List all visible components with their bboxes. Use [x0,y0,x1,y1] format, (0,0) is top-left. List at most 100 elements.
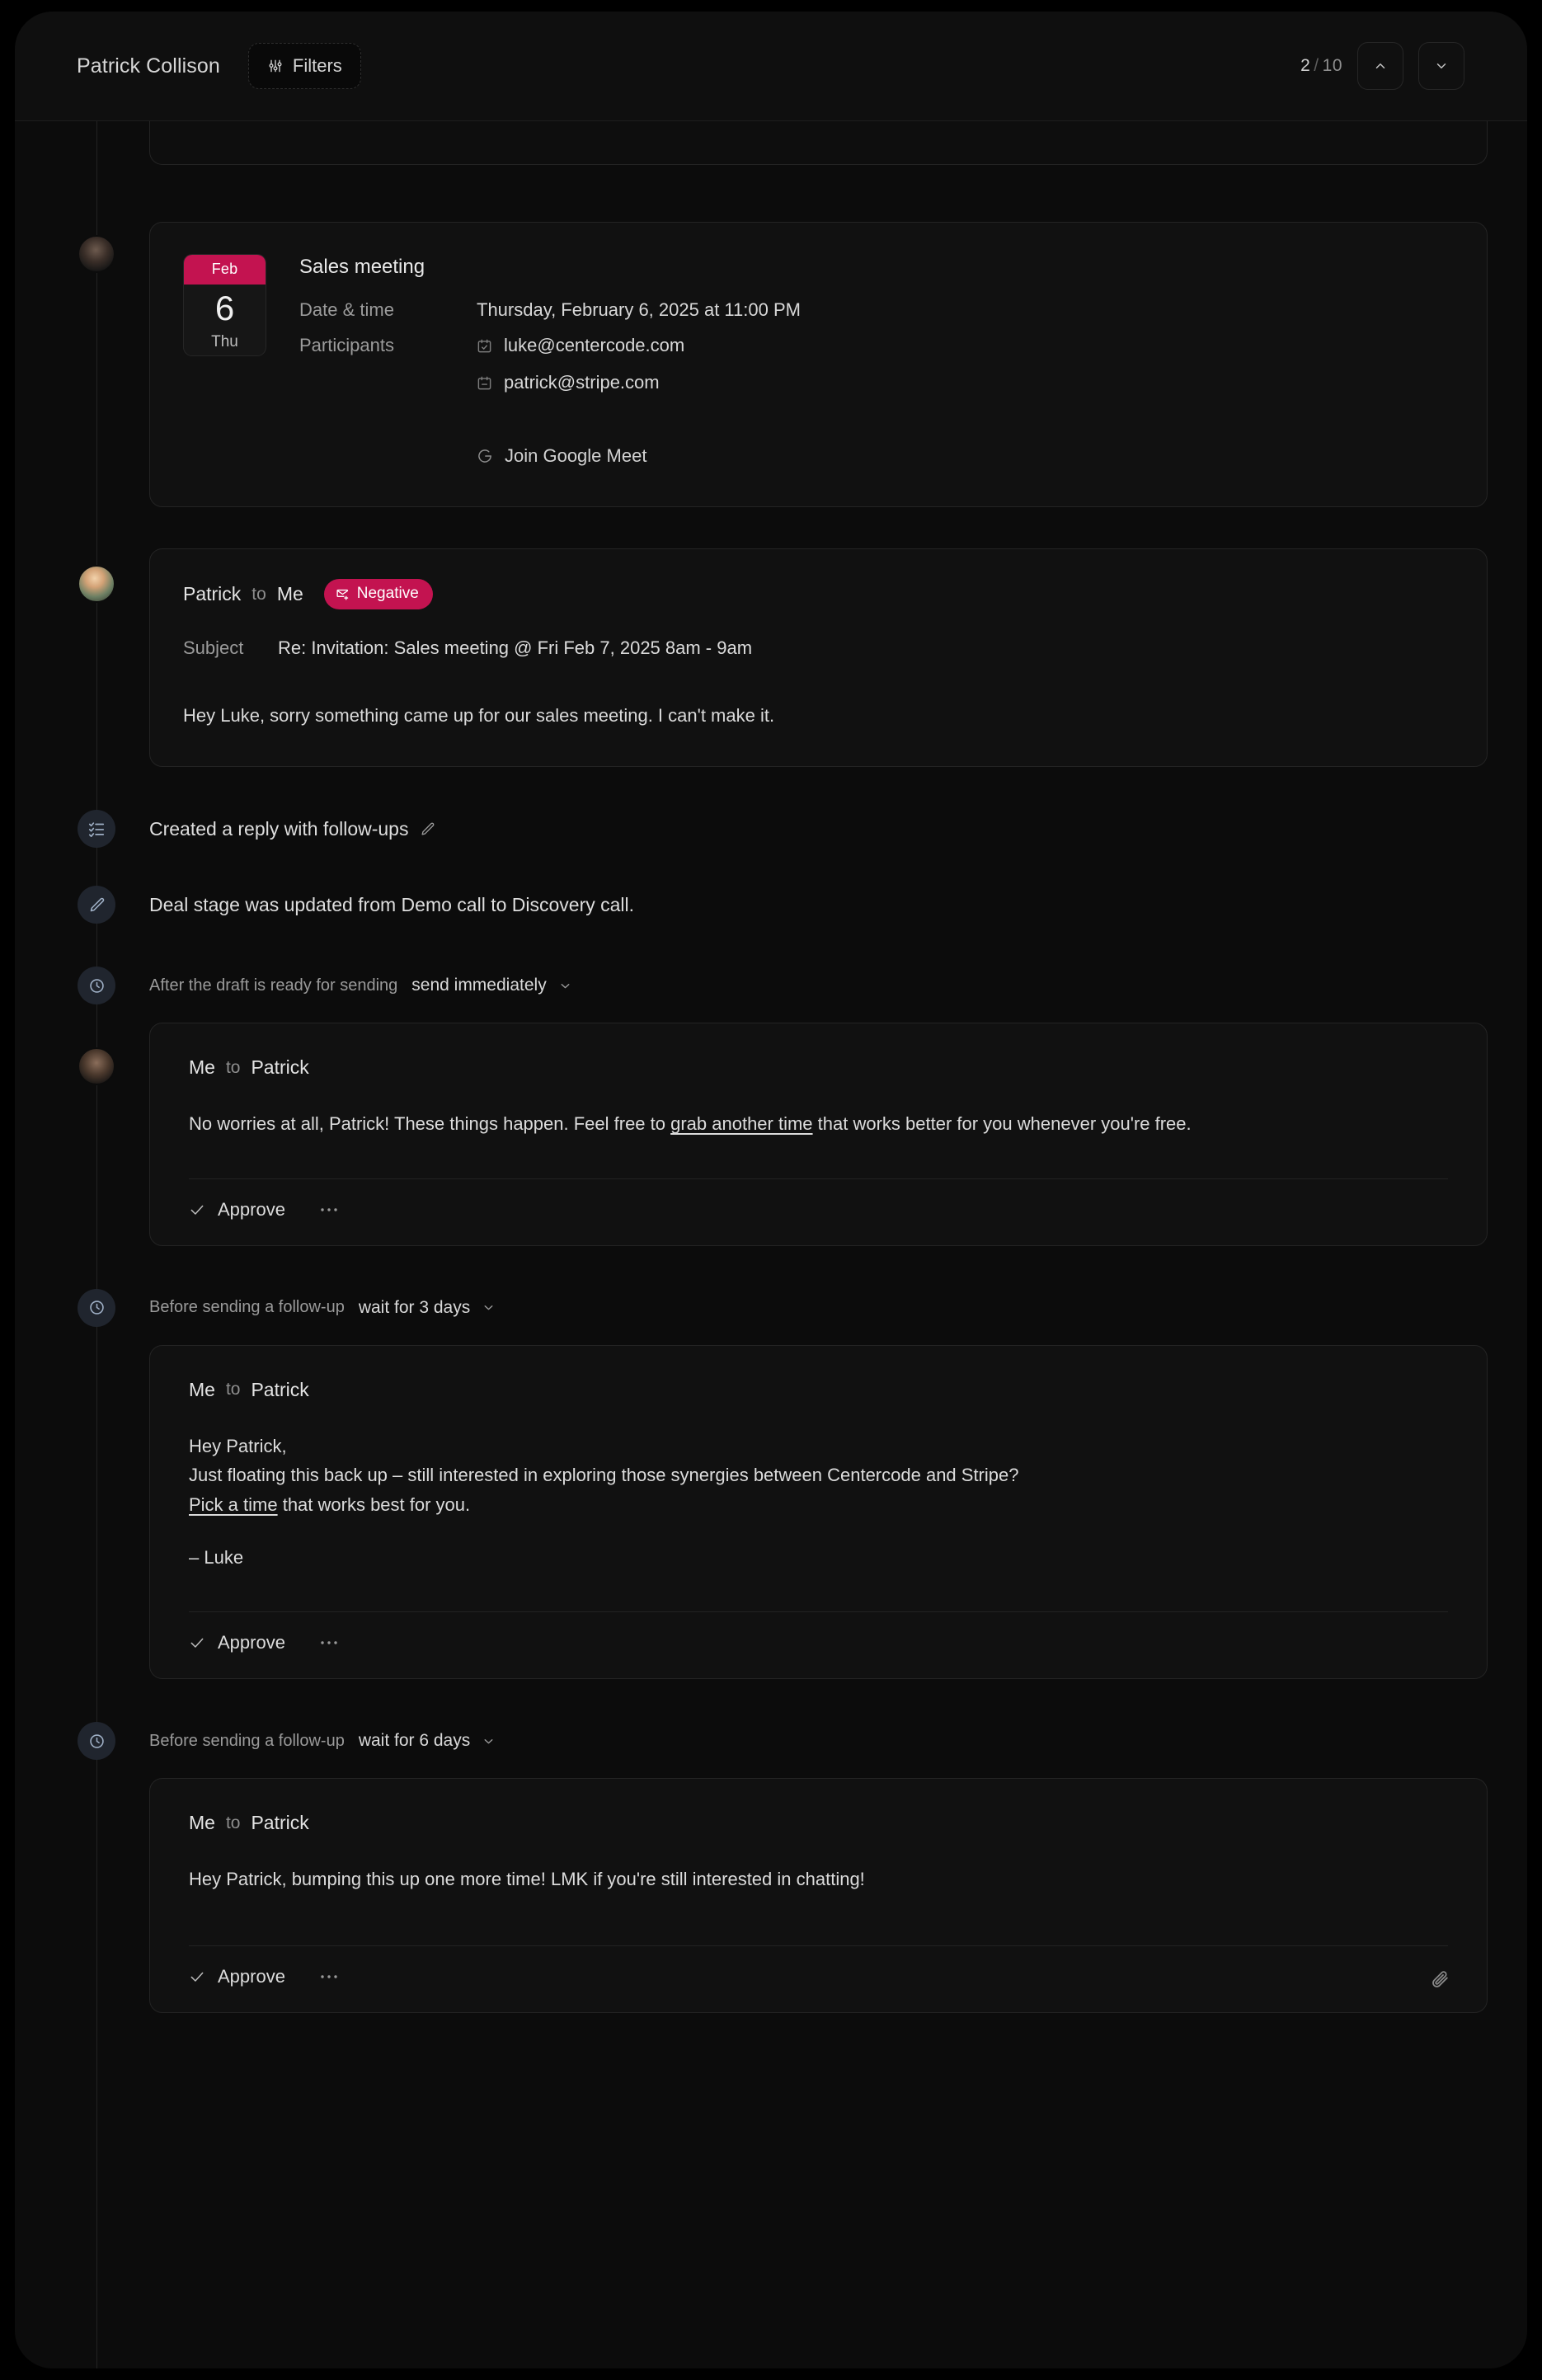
draft-body-link[interactable]: Pick a time [189,1494,278,1515]
activity-text-wrapper: Created a reply with follow-ups [149,818,435,840]
schedule-select[interactable]: wait for 3 days [359,1298,496,1318]
paperclip-icon[interactable] [1430,1968,1450,1989]
draft-card: Me to Patrick No worries at all, Patrick… [149,1023,1488,1246]
chevron-down-icon [1434,59,1449,73]
email-recipient: Me [276,583,303,604]
activity-content: Deal stage was updated from Demo call to… [149,886,634,924]
draft-actions: Approve [150,1612,1487,1678]
activity-label: Deal stage was updated from Demo call to… [149,893,635,915]
status-badge[interactable]: Negative [323,579,433,609]
more-options-button[interactable] [315,1204,343,1216]
draft-avatar-gutter [15,1345,149,1680]
email-sender: Patrick [183,583,242,604]
calendar-minus-icon [477,375,492,391]
draft-body-link[interactable]: grab another time [670,1113,812,1134]
calendar-month: Feb [184,255,266,285]
calendar-check-icon [477,338,492,354]
next-conversation-button[interactable] [1418,42,1464,90]
draft-actions: Approve [150,1946,1487,2012]
draft-row-3: Me to Patrick Hey Patrick, bumping this … [15,1778,1527,2013]
draft-body: Hey Patrick, bumping this up one more ti… [189,1869,865,1890]
draft-body-pre: No worries at all, Patrick! These things… [189,1113,671,1135]
approve-button[interactable]: Approve [189,1966,285,1987]
approve-label: Approve [218,1632,285,1653]
avatar [78,235,115,273]
meeting-participants-field: Participants luke@centercode.com patrick… [299,335,1454,393]
more-options-button[interactable] [315,1971,343,1983]
pagination-total: 10 [1322,56,1342,75]
calendar-date-badge: Feb 6 Thu [183,254,266,356]
schedule-icon-gutter [15,1722,149,1761]
schedule-label: After the draft is ready for sending [149,976,398,995]
schedule-icon-gutter [15,967,149,1005]
draft-body-post: that works best for you. [277,1493,471,1515]
activity-row-deal-stage: Deal stage was updated from Demo call to… [15,886,1527,924]
previous-conversation-button[interactable] [1357,42,1403,90]
activity-row-reply-created: Created a reply with follow-ups [15,810,1527,849]
approve-button[interactable]: Approve [189,1199,285,1221]
clock-icon [78,1722,115,1761]
approve-button[interactable]: Approve [189,1632,285,1653]
pagination-current: 2 [1300,56,1311,75]
schedule-select[interactable]: send immediately [411,976,571,995]
schedule-row-draft-3: Before sending a follow-up wait for 6 da… [15,1722,1527,1761]
draft-card: Me to Patrick Hey Patrick, Just floating… [149,1344,1488,1680]
draft-avatar-gutter [15,1023,149,1246]
meeting-datetime-label: Date & time [299,299,394,320]
meeting-title: Sales meeting [299,256,425,278]
draft-body-post: that works better for you whenever you'r… [812,1113,1192,1135]
schedule-row-draft-1: After the draft is ready for sending sen… [15,967,1527,1005]
sliders-icon [267,58,284,74]
check-icon [189,1202,205,1218]
draft-row-2: Me to Patrick Hey Patrick, Just floating… [15,1344,1527,1680]
check-icon [189,1634,205,1651]
schedule-select[interactable]: wait for 6 days [359,1731,496,1751]
schedule-content: Before sending a follow-up wait for 3 da… [149,1289,496,1327]
avatar [78,565,115,603]
incoming-email-avatar-gutter [15,548,149,767]
incoming-email-card: Patrick to Me Negative Subject Re: Invit… [149,548,1488,768]
header-bar: Patrick Collison Filters 2/10 [15,12,1527,121]
email-subject-value: Re: Invitation: Sales meeting @ Fri Feb … [278,637,753,658]
draft-greeting: Hey Patrick, [189,1435,287,1456]
draft-line-1: Just floating this back up – still inter… [189,1465,1019,1486]
schedule-label: Before sending a follow-up [149,1298,345,1317]
schedule-row-draft-2: Before sending a follow-up wait for 3 da… [15,1288,1527,1327]
check-icon [189,1968,205,1985]
mail-flag-icon [336,587,350,601]
meeting-event-row: Feb 6 Thu Sales meeting Date & time Thur… [15,222,1527,507]
page-title: Patrick Collison [77,54,220,78]
activity-icon-gutter [15,886,149,924]
meeting-avatar-gutter [15,222,149,507]
draft-body: No worries at all, Patrick! These things… [189,1109,1448,1178]
pagination-counter: 2/10 [1300,56,1342,76]
clock-icon [78,1288,115,1327]
participant-email: patrick@stripe.com [504,372,660,393]
app-window: Patrick Collison Filters 2/10 Feb 6 Thu … [15,12,1527,2368]
avatar [78,1047,115,1086]
email-to-word: to [252,584,266,604]
participant-email: luke@centercode.com [504,335,685,355]
filters-button[interactable]: Filters [247,43,361,89]
meeting-participants-label: Participants [299,335,394,355]
pencil-edit-icon[interactable] [420,821,435,837]
more-options-button[interactable] [315,1637,343,1649]
activity-label: Created a reply with follow-ups [149,817,409,840]
draft-recipient: Patrick [251,1378,309,1400]
participants-list: luke@centercode.com patrick@stripe.com [477,335,684,393]
activity-icon-gutter [15,810,149,849]
incoming-email-row: Patrick to Me Negative Subject Re: Invit… [15,548,1527,768]
email-subject-label: Subject [183,637,244,658]
draft-row-1: Me to Patrick No worries at all, Patrick… [15,1023,1527,1246]
draft-to-word: to [225,1813,241,1832]
schedule-value: send immediately [411,976,547,995]
conversation-timeline[interactable]: Feb 6 Thu Sales meeting Date & time Thur… [15,121,1527,2368]
join-google-meet-link[interactable]: Join Google Meet [477,445,646,467]
checklist-icon [78,810,115,849]
draft-avatar-gutter [15,1778,149,2013]
calendar-day: 6 [214,289,235,327]
draft-header: Me to Patrick [189,1379,1448,1401]
status-badge-label: Negative [356,585,419,602]
participant-item: luke@centercode.com [477,335,684,356]
google-meet-icon [477,448,493,464]
